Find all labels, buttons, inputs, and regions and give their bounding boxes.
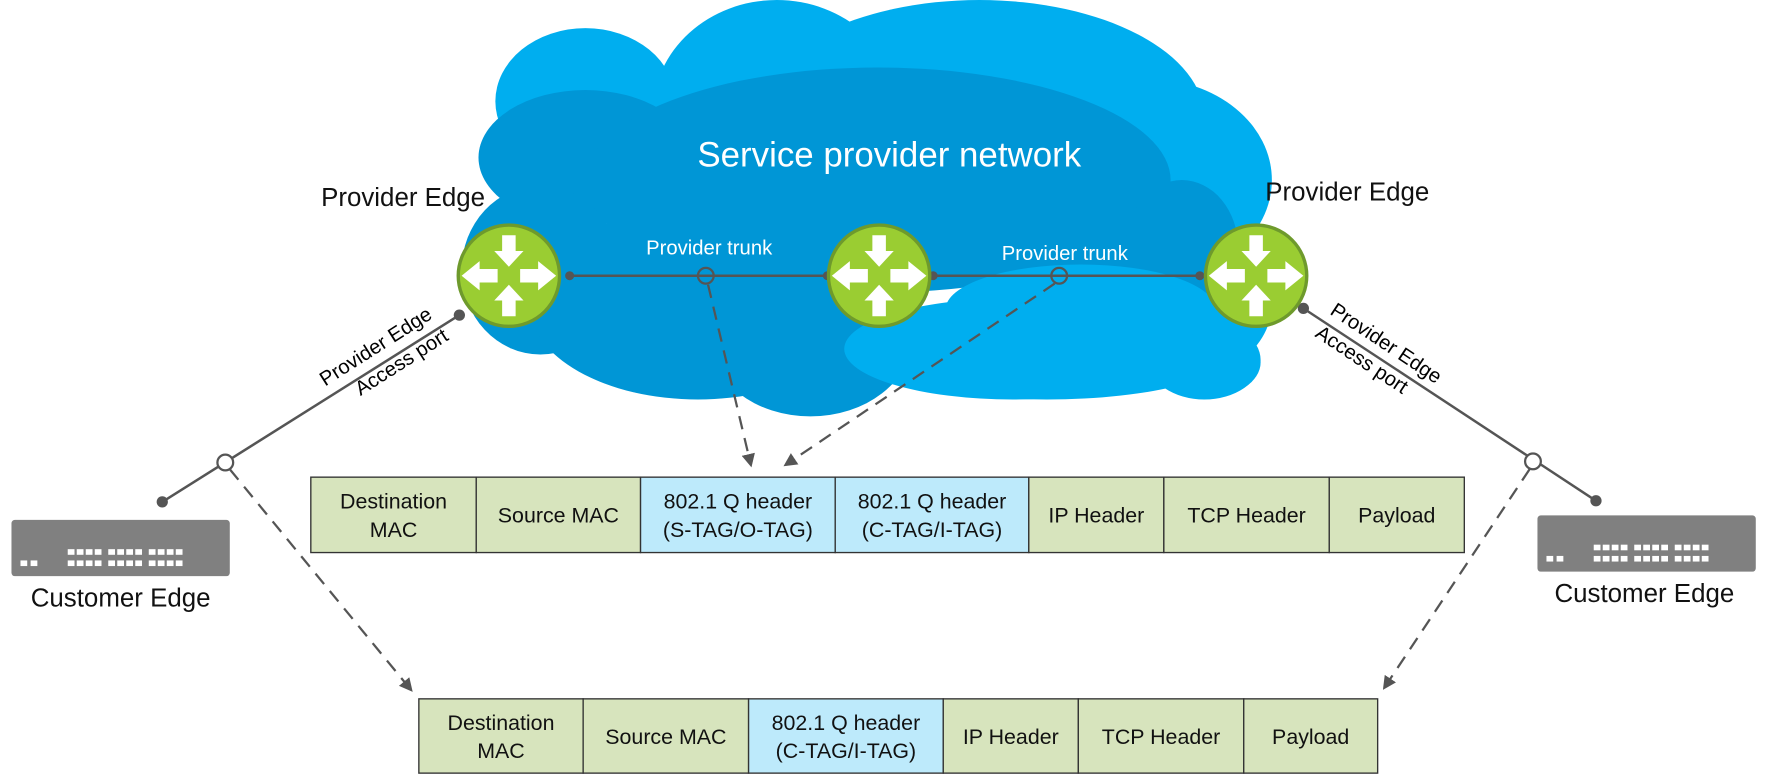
- customer-frame: Destination MAC Source MAC 802.1 Q header (C…: [418, 698, 1379, 774]
- frame-field-label: 802.1 Q header: [858, 490, 1007, 514]
- frame-field-label: IP Header: [1048, 504, 1144, 528]
- frame-field-label: Destination: [340, 490, 447, 514]
- frame-field: Payload: [1243, 698, 1379, 774]
- frame-field-label: TCP Header: [1187, 504, 1305, 528]
- frame-field-label: Source MAC: [498, 504, 619, 528]
- customer-edge-label-right: Customer Edge: [1554, 580, 1734, 608]
- frame-field-label: (C-TAG/I-TAG): [862, 518, 1003, 542]
- qinq-diagram: Service provider network Provider trunk …: [11, 0, 1756, 774]
- provider-edge-router-left: [456, 223, 562, 329]
- frame-field-label: Payload: [1272, 725, 1349, 749]
- frame-field-label: 802.1 Q header: [772, 711, 921, 735]
- frame-field: Source MAC: [475, 476, 642, 554]
- customer-edge-switch-right: [1537, 515, 1756, 572]
- cloud-title: Service provider network: [697, 136, 1081, 175]
- customer-edge-switch-left: [11, 519, 230, 577]
- frame-field: 802.1 Q header (C-TAG/I-TAG): [834, 476, 1030, 554]
- core-router: [826, 223, 932, 329]
- frame-field-label: (S-TAG/O-TAG): [663, 518, 813, 542]
- trunk-label-1: Provider trunk: [646, 237, 773, 259]
- frame-field: TCP Header: [1077, 698, 1245, 774]
- frame-field: TCP Header: [1163, 476, 1330, 554]
- service-provider-cloud: Service provider network: [461, 0, 1272, 417]
- provider-frame: Destination MAC Source MAC 802.1 Q header (S…: [310, 476, 1465, 554]
- frame-field-label: Payload: [1358, 504, 1435, 528]
- frame-field: IP Header: [942, 698, 1079, 774]
- frame-field-label: MAC: [477, 739, 525, 763]
- frame-field: Destination MAC: [418, 698, 584, 774]
- frame-field-label: 802.1 Q header: [664, 490, 813, 514]
- trunk-label-2: Provider trunk: [1002, 243, 1129, 265]
- frame-field: 802.1 Q header (S-TAG/O-TAG): [639, 476, 836, 554]
- frame-field-label: TCP Header: [1102, 725, 1220, 749]
- frame-field-label: Source MAC: [605, 725, 726, 749]
- frame-field: Destination MAC: [310, 476, 477, 554]
- provider-edge-label-right: Provider Edge: [1265, 178, 1429, 206]
- frame-field-label: MAC: [370, 518, 418, 542]
- customer-edge-label-left: Customer Edge: [31, 585, 211, 613]
- frame-field: Source MAC: [582, 698, 750, 774]
- provider-edge-router-right: [1203, 223, 1309, 329]
- frame-field: 802.1 Q header (C-TAG/I-TAG): [747, 698, 944, 774]
- frame-field: IP Header: [1028, 476, 1165, 554]
- frame-field-label: IP Header: [963, 725, 1059, 749]
- frame-field-label: (C-TAG/I-TAG): [776, 739, 916, 763]
- provider-edge-label-left: Provider Edge: [321, 184, 485, 212]
- frame-field-label: Destination: [448, 711, 555, 735]
- frame-field: Payload: [1328, 476, 1465, 554]
